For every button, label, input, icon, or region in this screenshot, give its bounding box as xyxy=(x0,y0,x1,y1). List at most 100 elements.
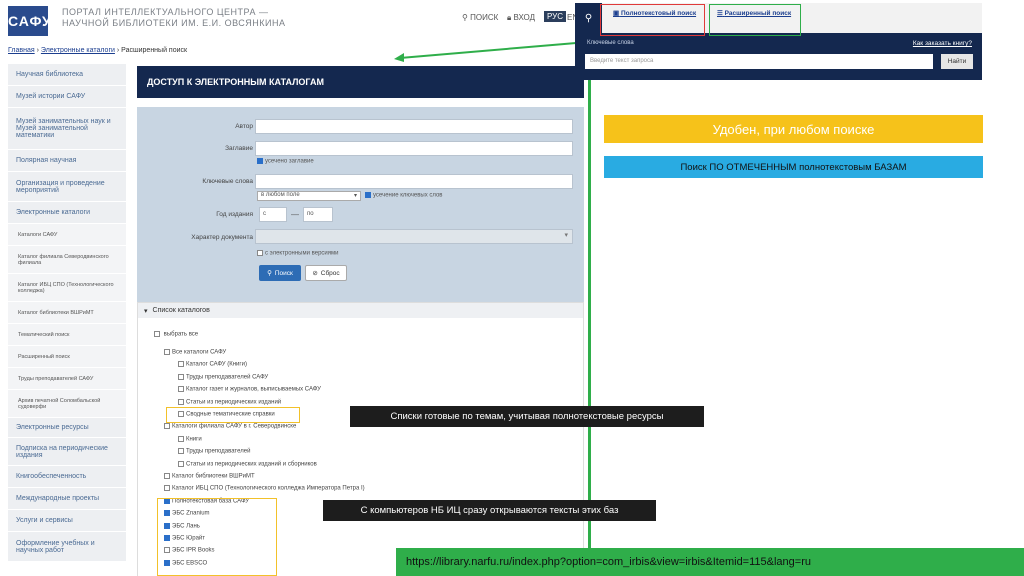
catalog-item-checkbox[interactable] xyxy=(178,398,184,405)
search-icon: ⚲ xyxy=(267,270,272,277)
keywords-scope-value: в любом поле xyxy=(261,192,300,198)
catalog-list-item[interactable]: Каталог ИБЦ СПО (Технологического коллед… xyxy=(164,485,365,492)
keywords-scope-select[interactable]: в любом поле ▾ xyxy=(257,191,361,201)
select-all-label: выбрать все xyxy=(163,331,199,338)
catalog-item-checkbox[interactable] xyxy=(164,423,170,430)
sidebar-item-intl-projects[interactable]: Международные проекты xyxy=(8,488,126,510)
query-input[interactable]: Введите текст запроса xyxy=(585,54,933,69)
select-all-checkbox[interactable] xyxy=(154,331,160,337)
find-button[interactable]: Найти xyxy=(941,54,973,69)
lang-ru-button[interactable]: РУС xyxy=(544,11,567,22)
doctype-label: Характер документа xyxy=(191,234,253,241)
keywords-trunc-option[interactable]: усечение ключевых слов xyxy=(365,192,443,199)
sidebar-subitem-extended[interactable]: Расширенный поиск xyxy=(8,346,126,368)
note-thematic-lists: Списки готовые по темам, учитывая полнот… xyxy=(350,406,704,427)
electronic-only-option[interactable]: с электронными версиями xyxy=(257,250,339,257)
reset-icon: ⊘ xyxy=(312,270,318,277)
catalog-item-checkbox[interactable] xyxy=(178,361,184,368)
sidebar-item-events[interactable]: Организация и проведение мероприятий xyxy=(8,172,126,202)
annotation-line xyxy=(588,36,591,576)
keywords-trunc-text: усечение ключевых слов xyxy=(373,192,443,199)
catalog-item-checkbox[interactable] xyxy=(164,485,170,492)
sidebar-subitem-ibc-spo[interactable]: Каталог ИБЦ СПО (Технологического коллед… xyxy=(8,274,126,302)
catalog-list-item[interactable]: Труды преподавателей САФУ xyxy=(178,373,268,380)
sidebar-item-subscription[interactable]: Подписка на периодические издания xyxy=(8,438,126,466)
catalog-list-item[interactable]: Каталог газет и журналов, выписываемых С… xyxy=(178,386,321,393)
sidebar-item-museum-science[interactable]: Музей занимательных наук и Музей занимат… xyxy=(8,108,126,150)
sidebar-subitem-severodvinsk[interactable]: Каталог филиала Северодвинского филиала xyxy=(8,246,126,274)
banner-convenient: Удобен, при любом поиске xyxy=(604,115,983,143)
sidebar-item-eresources[interactable]: Электронные ресурсы xyxy=(8,418,126,438)
reset-button[interactable]: ⊘ Сброс xyxy=(305,265,347,281)
header-search-label: ПОИСК xyxy=(470,13,499,22)
sidebar-subitem-works[interactable]: Труды преподавателей САФУ xyxy=(8,368,126,390)
header-login-link[interactable]: 🔒︎ ВХОД xyxy=(507,13,535,23)
reset-button-label: Сброс xyxy=(320,269,340,277)
catalog-list-item[interactable]: Книги xyxy=(178,435,202,443)
sidebar-subitem-vshrimt[interactable]: Каталог библиотеки ВШРиМТ xyxy=(8,302,126,324)
title-exact-text: усечено заглавие xyxy=(265,158,314,165)
page-url[interactable]: https://library.narfu.ru/index.php?optio… xyxy=(396,548,1024,576)
title-input[interactable] xyxy=(255,141,573,156)
catalog-item-checkbox[interactable] xyxy=(164,349,170,355)
search-icon[interactable]: ⚲ xyxy=(575,3,602,33)
sidebar-item-ecatalogs[interactable]: Электронные каталоги xyxy=(8,202,126,224)
catalog-item-checkbox[interactable] xyxy=(178,460,184,467)
safu-logo[interactable]: САФУ xyxy=(8,6,51,36)
header-search-link[interactable]: ⚲ ПОИСК xyxy=(462,13,498,22)
sidebar-subitem-thematic[interactable]: Тематический поиск xyxy=(8,324,126,346)
catalog-list-item[interactable]: Статьи из периодических изданий xyxy=(178,398,282,406)
sidebar-subitem-safu[interactable]: Каталоги САФУ xyxy=(8,224,126,246)
catalog-item-checkbox[interactable] xyxy=(164,473,170,479)
sidebar-item-museum-history[interactable]: Музей истории САФУ xyxy=(8,86,126,108)
catalog-item-label: Каталог библиотеки ВШРиМТ xyxy=(172,473,255,480)
catalog-item-checkbox[interactable] xyxy=(178,448,184,455)
caret-down-icon: ▾ xyxy=(144,307,148,315)
sidebar-nav: Научная библиотека Музей истории САФУ Му… xyxy=(8,64,126,562)
catalog-list-item[interactable]: Каталог библиотеки ВШРиМТ xyxy=(164,473,255,480)
sidebar-subitem-archive[interactable]: Архив печатной Соломбальской судоверфи xyxy=(8,390,126,418)
title-label: Заглавие xyxy=(225,145,253,152)
electronic-only-checkbox[interactable] xyxy=(257,250,263,256)
banner-fulltext-bases: Поиск ПО ОТМЕЧЕННЫМ полнотекстовым БАЗАМ xyxy=(604,156,983,178)
select-all-option[interactable]: выбрать все xyxy=(154,331,198,338)
keywords-input[interactable] xyxy=(255,174,573,189)
catalog-item-checkbox[interactable] xyxy=(178,373,184,380)
catalog-item-checkbox[interactable] xyxy=(178,435,184,442)
breadcrumb-catalogs[interactable]: Электронные каталоги xyxy=(41,47,115,54)
electronic-only-text: с электронными версиями xyxy=(265,250,339,257)
sidebar-item-book-supply[interactable]: Книгообеспеченность xyxy=(8,466,126,488)
keywords-trunc-checkbox[interactable] xyxy=(365,192,371,198)
highlight-extended-tab xyxy=(709,4,801,36)
catalog-list-header[interactable]: ▾ Список каталогов xyxy=(138,303,583,318)
year-from-input[interactable]: с xyxy=(259,207,287,222)
catalog-item-label: Каталоги филиала САФУ в г. Северодвинске xyxy=(172,423,297,430)
catalog-item-checkbox[interactable] xyxy=(178,386,184,393)
search-button[interactable]: ⚲ Поиск xyxy=(259,265,301,281)
how-to-order-link[interactable]: Как заказать книгу? xyxy=(913,40,972,47)
doctype-select[interactable]: ▾ xyxy=(255,229,573,244)
quick-search-box: Ключевые слова Как заказать книгу? Введи… xyxy=(575,33,982,80)
highlight-fulltext-tab xyxy=(600,4,705,36)
sidebar-item-services[interactable]: Услуги и сервисы xyxy=(8,510,126,532)
catalog-item-label: Каталог САФУ (Книги) xyxy=(186,361,247,368)
catalog-list-item[interactable]: Труды преподавателей xyxy=(178,448,250,455)
catalog-list-item[interactable]: Статьи из периодических изданий и сборни… xyxy=(178,460,317,467)
breadcrumb-home[interactable]: Главная xyxy=(8,47,35,54)
sidebar-item-library[interactable]: Научная библиотека xyxy=(8,64,126,86)
catalog-list-item[interactable]: Каталог САФУ (Книги) xyxy=(178,361,247,368)
catalog-list-title: Список каталогов xyxy=(152,307,210,314)
catalog-list-item[interactable]: Каталоги филиала САФУ в г. Северодвинске xyxy=(164,423,296,430)
title-exact-checkbox[interactable] xyxy=(257,158,263,164)
header-login-label: ВХОД xyxy=(513,13,536,22)
author-input[interactable] xyxy=(255,119,573,134)
catalog-list-item[interactable]: Все каталоги САФУ xyxy=(164,349,226,356)
year-label: Год издания xyxy=(216,211,253,218)
sidebar-item-formatting[interactable]: Оформление учебных и научных работ xyxy=(8,532,126,562)
year-to-input[interactable]: по xyxy=(303,207,333,222)
title-exact-option[interactable]: усечено заглавие xyxy=(257,158,314,165)
keywords-label: Ключевые слова xyxy=(202,178,253,185)
sidebar-item-polar[interactable]: Полярная научная xyxy=(8,150,126,172)
catalog-item-label: Статьи из периодических изданий xyxy=(186,399,282,406)
catalog-item-label: Книги xyxy=(186,436,202,443)
